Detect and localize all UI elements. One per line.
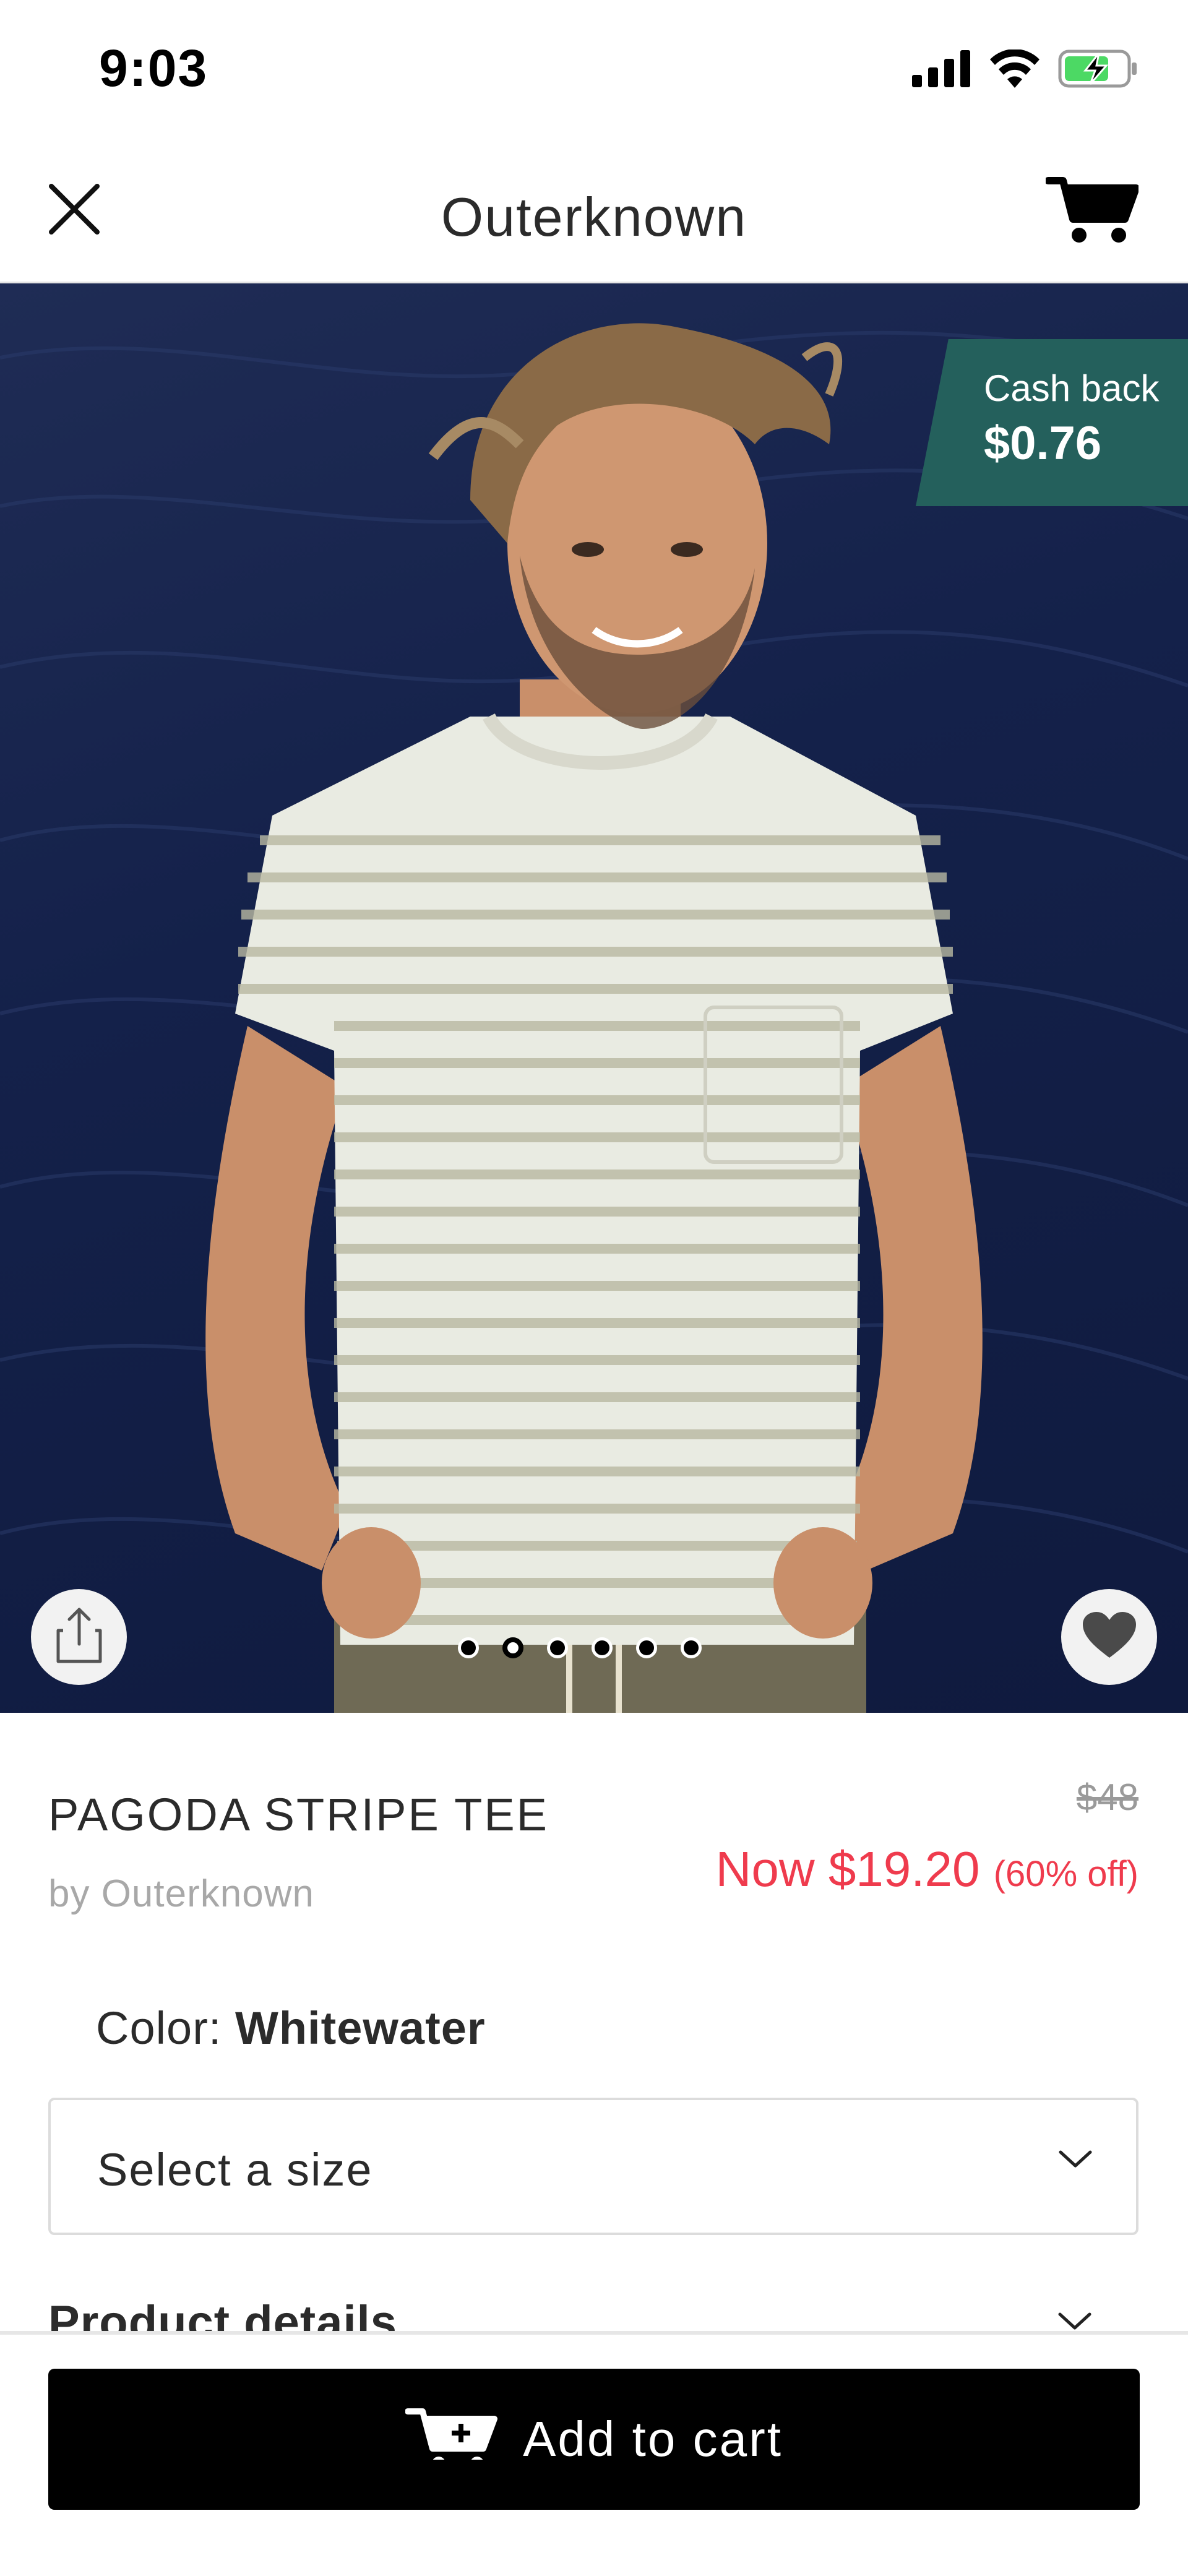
carousel-dot[interactable]	[547, 1637, 568, 1658]
color-label: Color:	[96, 2002, 222, 2054]
cart-icon	[1044, 174, 1140, 247]
bottom-action-bar: Add to cart	[0, 2331, 1188, 2576]
chevron-down-icon	[1058, 2148, 1093, 2173]
share-icon	[54, 1606, 104, 1668]
product-name: PAGODA STRIPE TEE	[48, 1789, 549, 1840]
product-image-carousel[interactable]: Cash back $0.76	[0, 283, 1188, 1713]
carousel-dot-active[interactable]	[502, 1637, 523, 1658]
nav-bar: Outerknown	[0, 142, 1188, 283]
signal-icon	[912, 50, 971, 90]
sale-price-line: Now $19.20 (60% off)	[716, 1841, 1138, 1898]
cashback-label: Cash back	[984, 368, 1160, 409]
product-brand-link[interactable]: by Outerknown	[48, 1872, 314, 1916]
carousel-dot[interactable]	[592, 1637, 613, 1658]
add-to-cart-button[interactable]: Add to cart	[48, 2369, 1140, 2510]
size-select[interactable]: Select a size	[48, 2098, 1138, 2235]
status-icons	[912, 49, 1138, 91]
favorite-button[interactable]	[1061, 1589, 1157, 1685]
carousel-pagination	[458, 1637, 702, 1658]
original-price: $48	[1076, 1777, 1138, 1818]
cart-button[interactable]	[1044, 173, 1140, 248]
page-title: Outerknown	[441, 186, 747, 248]
color-option: Color: Whitewater	[96, 2002, 486, 2054]
status-time: 9:03	[99, 39, 209, 97]
size-select-placeholder: Select a size	[97, 2144, 373, 2195]
carousel-dot[interactable]	[458, 1637, 479, 1658]
home-indicator	[384, 2460, 804, 2473]
share-button[interactable]	[31, 1589, 127, 1685]
sale-price: Now $19.20	[715, 1842, 980, 1897]
cashback-badge: Cash back $0.76	[916, 339, 1188, 506]
battery-charging-icon	[1058, 50, 1138, 91]
carousel-dot[interactable]	[636, 1637, 657, 1658]
discount-percent: (60% off)	[993, 1854, 1138, 1894]
carousel-dot[interactable]	[681, 1637, 702, 1658]
color-value: Whitewater	[235, 2002, 486, 2054]
wifi-icon	[989, 49, 1041, 91]
cashback-value: $0.76	[984, 417, 1102, 470]
heart-icon	[1082, 1611, 1137, 1663]
status-bar: 9:03	[0, 0, 1188, 142]
